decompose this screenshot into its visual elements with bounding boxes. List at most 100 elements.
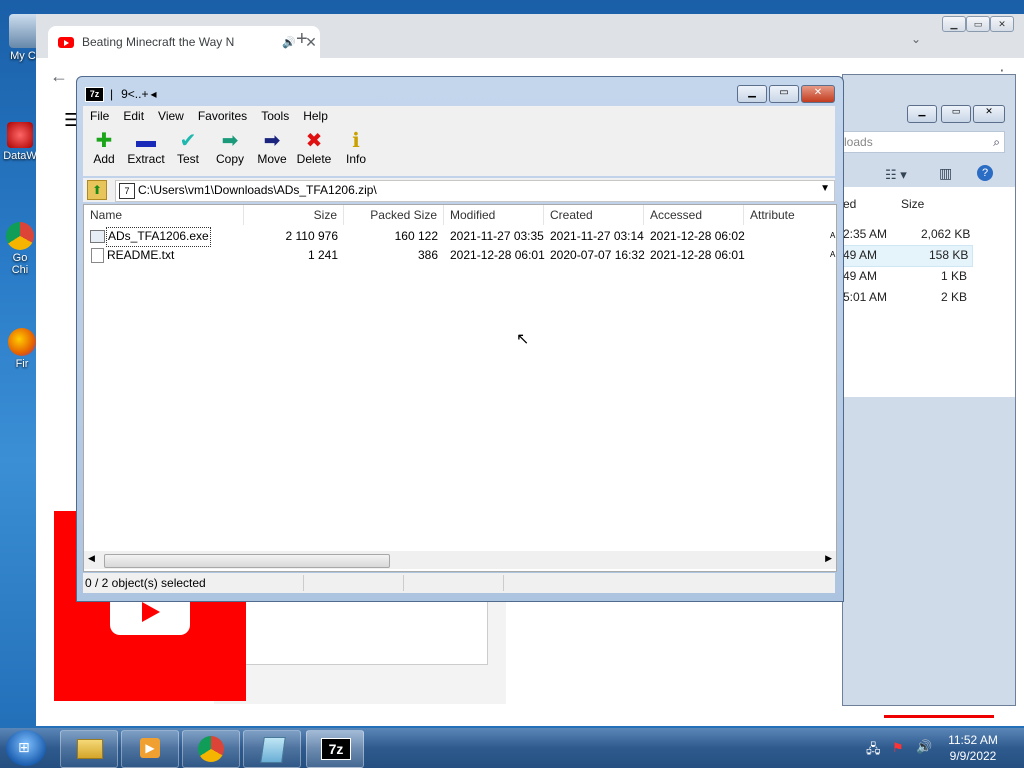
menu-bar: File Edit View Favorites Tools Help [83,106,835,126]
menu-favorites[interactable]: Favorites [191,109,254,123]
taskbar-chrome[interactable] [182,730,240,768]
column-header-attributes[interactable]: Attribute [744,205,836,225]
menu-edit[interactable]: Edit [116,109,151,123]
file-size: 1 241 [307,248,338,262]
window-title: 9<..+ [121,87,149,101]
file-list: Name Size Packed Size Modified Created A… [83,204,837,572]
close-button[interactable]: ✕ [801,85,835,103]
file-packed-size: 386 [417,248,438,262]
clock-date: 9/9/2022 [949,749,997,763]
tab-list-chevron-icon[interactable]: ⌄ [911,32,921,46]
add-button[interactable]: ✚ Add [83,130,125,166]
explorer-maximize-button[interactable]: ▭ [941,105,971,123]
action-center-flag-icon[interactable]: ⚑ [892,740,904,756]
horizontal-scrollbar[interactable]: ◀ ▶ [84,551,836,569]
chrome-minimize-button[interactable]: ▁ [942,16,966,32]
file-attributes: A [830,250,836,259]
firefox-icon [8,328,36,356]
row-time: 2:35 AM [843,227,888,241]
chrome-close-button[interactable]: ✕ [990,16,1014,32]
cursor-icon: ◂ [150,87,157,101]
column-header-modified[interactable]: ed [843,197,856,211]
help-icon[interactable]: ? [977,165,993,181]
chrome-tab[interactable]: Beating Minecraft the Way N 🔊 ✕ [48,26,320,58]
menu-view[interactable]: View [151,109,191,123]
7zip-icon: 7z [321,738,351,760]
menu-file[interactable]: File [83,109,116,123]
file-name: ADs_TFA1206.exe [106,227,211,247]
path-input[interactable]: 7 C:\Users\vm1\Downloads\ADs_TFA1206.zip… [115,180,835,202]
column-header-size[interactable]: Size [901,197,924,211]
taskbar-notepad[interactable] [243,730,301,768]
exe-file-icon [90,230,105,243]
extract-button[interactable]: ▬ Extract [125,130,167,166]
taskbar-7zip[interactable]: 7z [306,730,364,768]
search-icon: ⌕ [993,135,1000,149]
scroll-right-icon[interactable]: ▶ [825,553,832,564]
preview-pane-icon[interactable]: ▥ [939,165,952,182]
file-name: README.txt [107,248,175,262]
explorer-minimize-button[interactable]: ▁ [907,105,937,123]
back-icon[interactable]: ← [50,66,68,87]
file-modified: 2021-11-27 03:35 [450,229,544,243]
system-clock[interactable]: 11:52 AM 9/9/2022 [940,732,1006,764]
info-icon: ℹ [352,130,360,152]
shortcut-icon [7,122,33,148]
explorer-close-button[interactable]: ✕ [973,105,1005,123]
chrome-icon [6,222,34,250]
file-created: 2021-11-27 03:14 [550,229,644,243]
view-options-icon[interactable]: ☷ ▾ [885,167,907,183]
status-divider [303,575,304,591]
chrome-maximize-button[interactable]: ▭ [966,16,990,32]
info-button[interactable]: ℹ Info [335,130,377,166]
network-tray-icon[interactable]: 🖧 [866,740,881,762]
table-row[interactable]: ADs_TFA1206.exe 2 110 976 160 122 2021-1… [84,227,836,247]
volume-icon[interactable]: 🔊 [916,739,932,755]
status-divider [403,575,404,591]
row-size: 158 KB [929,248,969,262]
page-bottom-strip [884,715,994,718]
copy-button[interactable]: ➡ Copy [209,130,251,166]
start-button[interactable]: ⊞ [6,730,46,766]
column-header-size[interactable]: Size [244,205,344,225]
column-header-created[interactable]: Created [544,205,644,225]
row-time: 49 AM [843,269,878,283]
tab-title: Beating Minecraft the Way N [82,35,235,49]
toolbar-label: Extract [127,152,165,166]
move-button[interactable]: ➡ Move [251,130,293,166]
delete-button[interactable]: ✖ Delete [293,130,335,166]
explorer-icon [77,739,103,759]
taskbar-media-player[interactable]: ▶ [121,730,179,768]
column-header-packed-size[interactable]: Packed Size [344,205,444,225]
explorer-window: ▁ ▭ ✕ loads ⌕ ☷ ▾ ▥ ? ed Size 2:35 AM 2,… [842,74,1016,706]
explorer-search-field[interactable]: loads ⌕ [843,131,1005,153]
windows-logo-icon: ⊞ [18,739,30,755]
toolbar-label: Info [345,152,366,166]
column-header-name[interactable]: Name [84,205,244,225]
scrollbar-thumb[interactable] [104,554,390,568]
table-row[interactable]: README.txt 1 241 386 2021-12-28 06:01 20… [84,246,836,264]
up-folder-icon[interactable]: ⬆ [87,180,107,200]
speaker-icon[interactable]: 🔊 [282,36,296,49]
address-bar: ⬆ 7 C:\Users\vm1\Downloads\ADs_TFA1206.z… [83,178,835,202]
page-card [240,601,488,665]
test-button[interactable]: ✔ Test [167,130,209,166]
column-header-accessed[interactable]: Accessed [644,205,744,225]
new-tab-button[interactable]: + [296,28,308,51]
dropdown-arrow-icon[interactable]: ▼ [820,183,830,194]
row-size: 2,062 KB [921,227,971,241]
title-separator: | [110,87,114,101]
maximize-button[interactable]: ▭ [769,85,799,103]
toolbar: ✚ Add ▬ Extract ✔ Test ➡ Copy ➡ Move ✖ D… [83,126,835,176]
taskbar-explorer[interactable] [60,730,118,768]
menu-help[interactable]: Help [296,109,335,123]
row-size: 2 KB [941,290,968,304]
minimize-button[interactable]: ▁ [737,85,767,103]
file-size: 2 110 976 [285,229,339,243]
test-icon: ✔ [179,130,197,152]
file-accessed: 2021-12-28 06:02 [650,229,745,243]
search-placeholder: loads [844,135,873,149]
column-header-modified[interactable]: Modified [444,205,544,225]
menu-tools[interactable]: Tools [254,109,296,123]
scroll-left-icon[interactable]: ◀ [88,553,95,564]
